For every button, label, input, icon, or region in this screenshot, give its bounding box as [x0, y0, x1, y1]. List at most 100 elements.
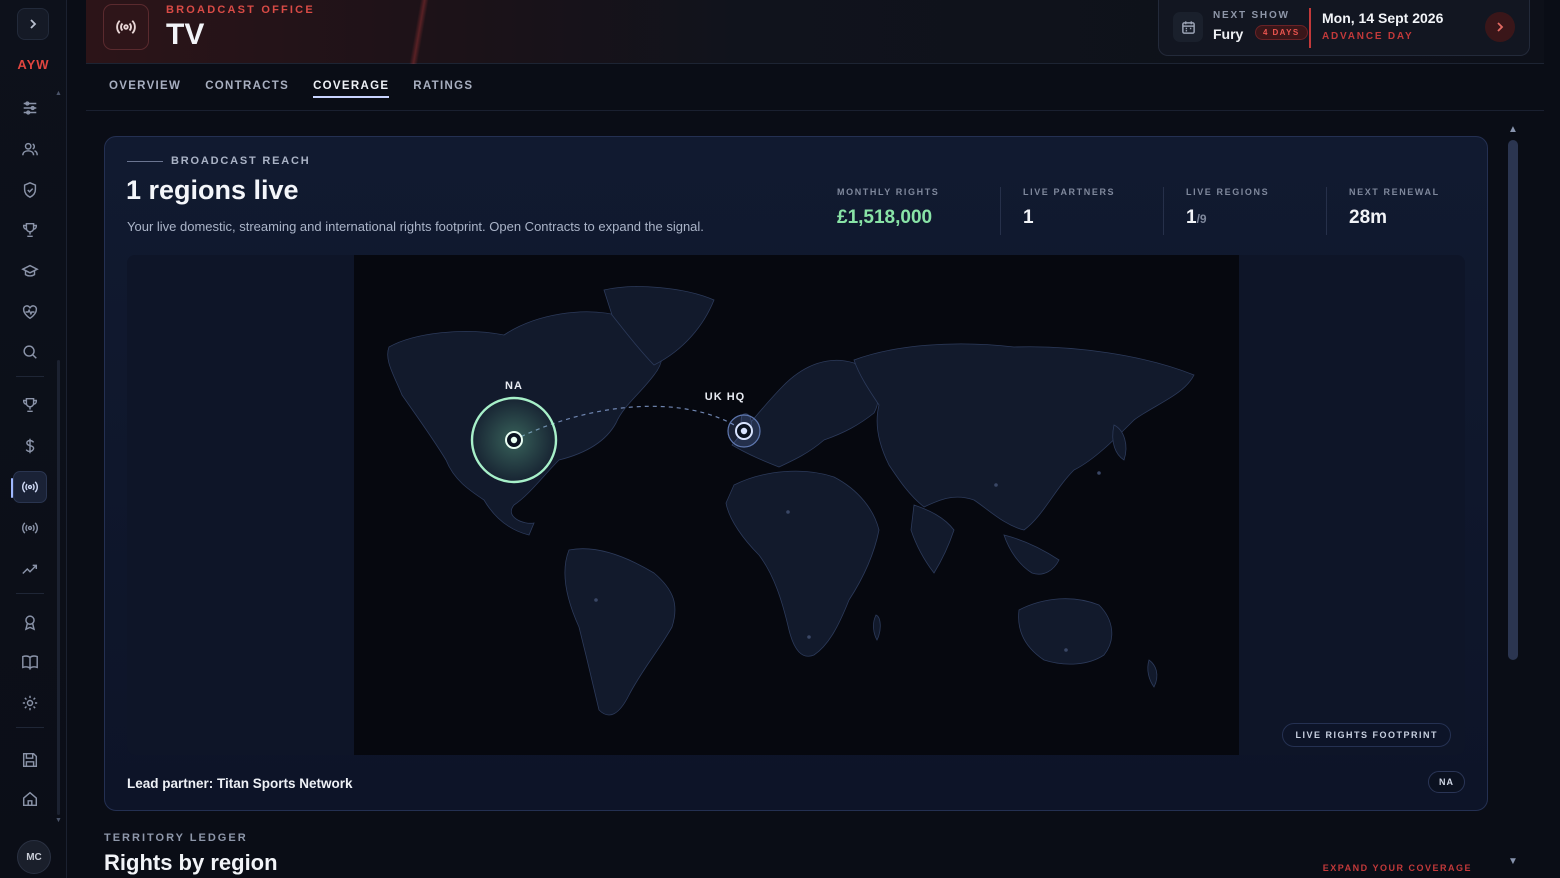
- stat-label: LIVE REGIONS: [1186, 187, 1270, 197]
- continent-india: [910, 504, 955, 574]
- sidebar-divider: [16, 727, 44, 728]
- stat-label: MONTHLY RIGHTS: [837, 187, 940, 197]
- book-icon: [22, 655, 38, 671]
- sidebar: AYW ▲ ▼ MC: [0, 0, 67, 878]
- broadcast-reach-card: BROADCAST REACH 1 regions live Your live…: [104, 136, 1488, 811]
- continent-asia: [853, 343, 1195, 531]
- eyebrow-rule: [127, 161, 163, 162]
- sidebar-item-titles[interactable]: [13, 214, 47, 246]
- heart-pulse-icon: [22, 305, 38, 320]
- days-until-badge: 4 DAYS: [1255, 25, 1308, 40]
- user-avatar[interactable]: MC: [17, 840, 51, 874]
- trend-icon: [22, 564, 38, 575]
- sidebar-scroll-down-icon[interactable]: ▼: [55, 817, 62, 824]
- tab-overview[interactable]: OVERVIEW: [109, 80, 181, 98]
- live-regions-count: 1: [1186, 207, 1197, 228]
- chevron-right-icon: [30, 19, 37, 29]
- sidebar-item-broadcast[interactable]: [11, 471, 47, 503]
- tab-ratings[interactable]: RATINGS: [413, 80, 473, 98]
- broadcast-icon: [22, 481, 38, 493]
- continent-south-america: [564, 548, 676, 716]
- continent-madagascar: [873, 614, 881, 641]
- expand-coverage-link[interactable]: EXPAND YOUR COVERAGE: [1323, 863, 1472, 873]
- trophy-alt-icon: [22, 397, 38, 413]
- stat-value: 1: [1023, 207, 1034, 228]
- calendar-button[interactable]: [1173, 12, 1203, 42]
- sidebar-item-scouting[interactable]: [13, 336, 47, 368]
- stat-label: NEXT RENEWAL: [1349, 187, 1440, 197]
- stat-live-regions: LIVE REGIONS 1/9: [1163, 187, 1326, 235]
- sidebar-item-training[interactable]: [13, 255, 47, 287]
- brand-logo[interactable]: AYW: [0, 57, 67, 72]
- stat-label: LIVE PARTNERS: [1023, 187, 1116, 197]
- chevron-right-icon: [1497, 22, 1504, 32]
- page-title: TV: [166, 18, 205, 51]
- continents: [387, 286, 1195, 716]
- sidebar-item-save[interactable]: [13, 744, 47, 776]
- sidebar-item-championships[interactable]: [13, 389, 47, 421]
- scroll-down-icon[interactable]: ▼: [1508, 856, 1518, 867]
- sidebar-item-history[interactable]: [13, 646, 47, 678]
- continent-new-zealand: [1147, 659, 1158, 688]
- tab-divider: [86, 110, 1544, 111]
- sidebar-scrollbar[interactable]: [57, 360, 60, 815]
- graduation-icon: [21, 264, 39, 277]
- page-header: BROADCAST OFFICE TV NEXT SHOW Fury 4 DAY…: [86, 0, 1544, 64]
- sidebar-item-analytics[interactable]: [13, 553, 47, 585]
- sidebar-item-health[interactable]: [13, 296, 47, 328]
- sidebar-item-roster[interactable]: [13, 133, 47, 165]
- section-subtitle: Your live domestic, streaming and intern…: [127, 219, 704, 234]
- broadcast-office-badge: [103, 4, 149, 50]
- continent-europe: [731, 359, 879, 468]
- award-icon: [24, 615, 36, 631]
- next-show-panel: NEXT SHOW Fury 4 DAYS Mon, 14 Sept 2026 …: [1158, 0, 1530, 56]
- broadcast-icon: [116, 20, 136, 34]
- sidebar-item-settings-sliders[interactable]: [13, 92, 47, 124]
- stat-value: £1,518,000: [837, 207, 933, 228]
- continent-australia: [1018, 598, 1113, 665]
- sidebar-item-settings[interactable]: [13, 687, 47, 719]
- sidebar-item-home[interactable]: [13, 783, 47, 815]
- sidebar-item-finance[interactable]: [13, 430, 47, 462]
- live-rights-footprint-chip[interactable]: LIVE RIGHTS FOOTPRINT: [1282, 723, 1451, 747]
- page-eyebrow: BROADCAST OFFICE: [166, 4, 315, 16]
- sidebar-item-security[interactable]: [13, 174, 47, 206]
- tab-coverage[interactable]: COVERAGE: [313, 80, 390, 98]
- stat-next-renewal: NEXT RENEWAL 28m: [1326, 187, 1489, 235]
- main-scrollbar[interactable]: [1508, 140, 1518, 660]
- dollar-icon: [25, 438, 35, 454]
- users-icon: [22, 142, 38, 156]
- sidebar-toggle-button[interactable]: [17, 8, 49, 40]
- next-show-label: NEXT SHOW: [1213, 10, 1290, 21]
- tab-bar: OVERVIEW CONTRACTS COVERAGE RATINGS: [109, 80, 473, 98]
- sidebar-item-awards[interactable]: [13, 606, 47, 638]
- header-decoration: [404, 0, 434, 64]
- advance-day-button[interactable]: [1485, 12, 1515, 42]
- stat-live-partners: LIVE PARTNERS 1: [1000, 187, 1163, 235]
- sidebar-scroll-up-icon[interactable]: ▲: [55, 90, 62, 97]
- region-chip-na[interactable]: NA: [1428, 771, 1465, 793]
- shield-icon: [23, 182, 37, 198]
- sidebar-item-media[interactable]: [13, 512, 47, 544]
- lead-partner-text: Lead partner: Titan Sports Network: [127, 776, 353, 791]
- day-type: ADVANCE DAY: [1322, 31, 1414, 42]
- trophy-icon: [22, 222, 38, 238]
- next-show-name: Fury: [1213, 26, 1244, 42]
- world-map[interactable]: NA UK HQ: [354, 255, 1239, 755]
- marker-uk-hq[interactable]: UK HQ: [705, 391, 761, 448]
- gear-icon: [22, 695, 38, 711]
- live-regions-total: /9: [1196, 212, 1207, 226]
- home-icon: [22, 791, 38, 807]
- marker-label-uk-hq: UK HQ: [705, 391, 745, 403]
- sliders-icon: [23, 101, 37, 115]
- scroll-up-icon[interactable]: ▲: [1508, 124, 1518, 135]
- coverage-map-area: NA UK HQ LIVE RIGHTS FOOTPRINT: [127, 255, 1465, 755]
- tab-contracts[interactable]: CONTRACTS: [205, 80, 289, 98]
- stats-row: MONTHLY RIGHTS £1,518,000 LIVE PARTNERS …: [815, 187, 1489, 235]
- sidebar-divider: [16, 593, 44, 594]
- world-map-svg: NA UK HQ: [387, 286, 1195, 716]
- next-show-divider: [1309, 8, 1311, 48]
- continent-southeast-asia: [1003, 534, 1060, 575]
- broadcast-alt-icon: [22, 522, 38, 534]
- continent-africa: [725, 470, 880, 657]
